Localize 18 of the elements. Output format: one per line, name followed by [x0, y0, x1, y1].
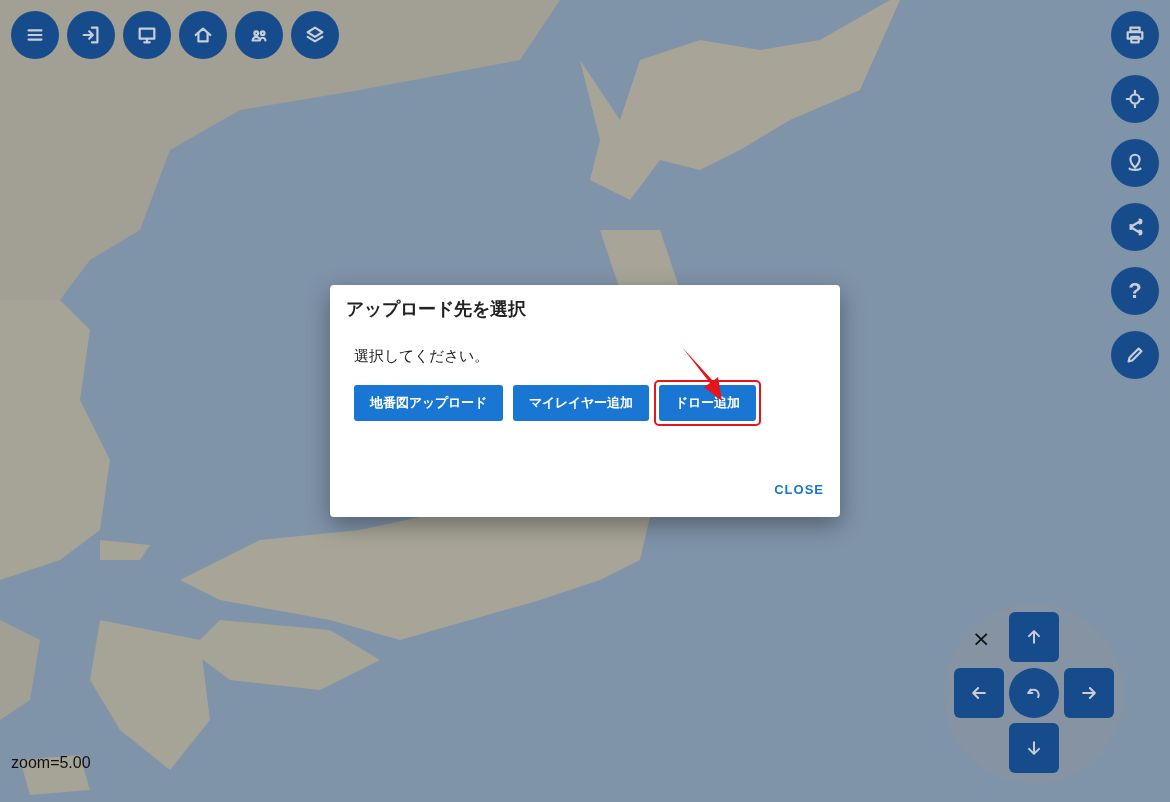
pan-button[interactable]: [1064, 668, 1114, 718]
close-button[interactable]: ×: [972, 628, 991, 650]
printer-icon: [1124, 24, 1146, 46]
help-icon: ?: [1128, 278, 1142, 304]
crosshair-icon: [1124, 88, 1146, 110]
login-arrow-icon: [80, 24, 102, 46]
pan-button[interactable]: [1009, 668, 1059, 718]
upload-option-button[interactable]: 地番図アップロード: [354, 385, 503, 421]
upload-option-button[interactable]: マイレイヤー追加: [513, 385, 649, 421]
dialog-message: 選択してください。: [354, 347, 490, 366]
dialog-title: アップロード先を選択: [346, 297, 527, 321]
zoom-level: zoom=5.00: [11, 754, 91, 772]
close-button[interactable]: CLOSE: [774, 482, 824, 497]
pan-button[interactable]: [1009, 723, 1059, 773]
monitor-icon: [136, 24, 158, 46]
pan-button[interactable]: [954, 668, 1004, 718]
pan-button[interactable]: [1009, 612, 1059, 662]
upload-option-button[interactable]: ドロー追加: [659, 385, 756, 421]
